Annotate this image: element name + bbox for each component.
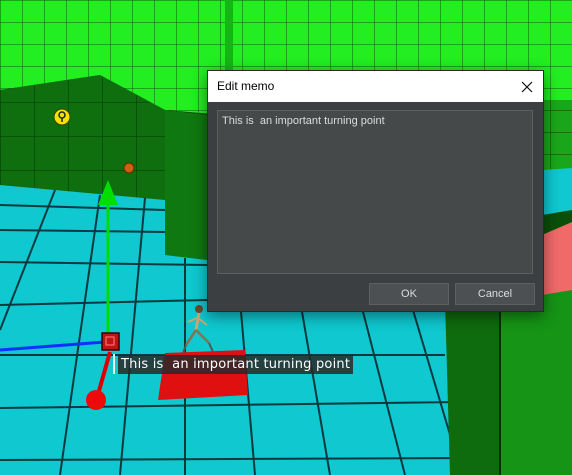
- right-wall: [542, 100, 572, 180]
- cancel-button[interactable]: Cancel: [455, 283, 535, 305]
- memo-label[interactable]: This is an important turning point: [118, 355, 354, 374]
- dialog-title-bar[interactable]: Edit memo: [208, 71, 543, 102]
- memo-text-area[interactable]: This is an important turning point: [217, 110, 533, 274]
- foreground-block: [445, 300, 500, 475]
- waypoint-marker-icon[interactable]: [53, 108, 71, 126]
- floor-far-right: [542, 168, 572, 215]
- close-button[interactable]: [511, 71, 543, 102]
- edit-memo-dialog: Edit memo This is an important turning p…: [207, 70, 544, 312]
- dialog-title: Edit memo: [217, 79, 275, 93]
- close-icon: [521, 81, 533, 92]
- mid-wall-right: [165, 110, 207, 260]
- text-cursor: [113, 354, 115, 374]
- ok-button[interactable]: OK: [369, 283, 449, 305]
- orb-marker-icon[interactable]: [123, 162, 135, 174]
